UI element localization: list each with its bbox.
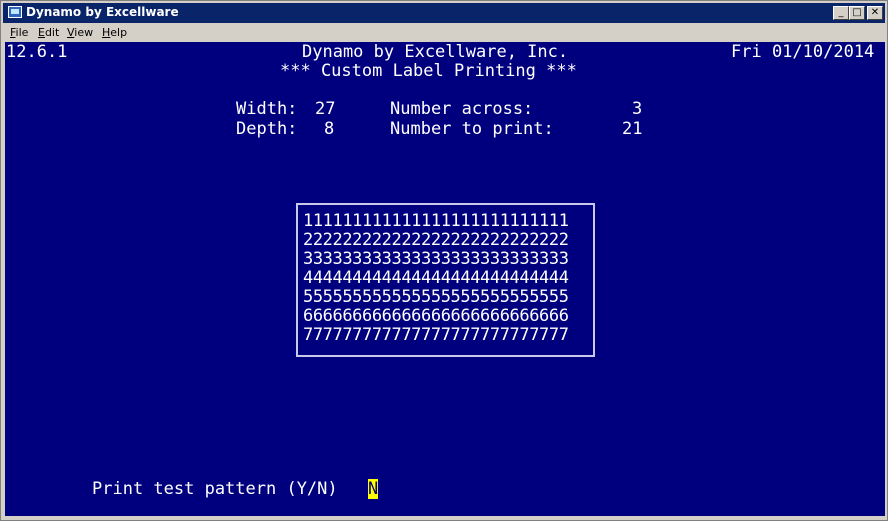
pattern-row: 333333333333333333333333333 (303, 249, 569, 269)
menu-file[interactable]: File (10, 26, 28, 39)
width-value: 27 (315, 99, 336, 119)
pattern-row: 444444444444444444444444444 (303, 268, 569, 288)
label-pattern-box: 111111111111111111111111111 222222222222… (296, 203, 595, 357)
print-count-value: 21 (622, 119, 643, 139)
terminal-screen[interactable]: 12.6.1 Dynamo by Excellware, Inc. Fri 01… (5, 42, 885, 516)
page-heading: *** Custom Label Printing *** (280, 61, 577, 81)
menu-help[interactable]: Help (102, 26, 127, 39)
version-text: 12.6.1 (6, 42, 68, 62)
pattern-row: 666666666666666666666666666 (303, 306, 569, 326)
print-count-label: Number to print: (390, 119, 554, 139)
app-icon (8, 6, 22, 18)
maximize-button[interactable]: □ (849, 6, 865, 20)
depth-value: 8 (324, 119, 335, 139)
app-window: Dynamo by Excellware _ □ ✕ File Edit Vie… (0, 0, 888, 521)
minimize-button[interactable]: _ (833, 6, 849, 20)
menu-edit[interactable]: Edit (38, 26, 59, 39)
depth-label: Depth: (236, 119, 298, 139)
answer-input[interactable]: N (368, 479, 379, 499)
across-label: Number across: (390, 99, 534, 119)
close-button[interactable]: ✕ (867, 6, 883, 20)
width-label: Width: (236, 99, 298, 119)
company-text: Dynamo by Excellware, Inc. (302, 42, 569, 62)
pattern-row: 222222222222222222222222222 (303, 230, 569, 250)
title-bar[interactable]: Dynamo by Excellware _ □ ✕ (3, 3, 885, 23)
date-text: Fri 01/10/2014 (731, 42, 875, 62)
window-title: Dynamo by Excellware (26, 5, 179, 19)
pattern-row: 111111111111111111111111111 (303, 211, 569, 231)
test-pattern-prompt: Print test pattern (Y/N) (92, 479, 338, 499)
pattern-row: 777777777777777777777777777 (303, 325, 569, 345)
pattern-row: 555555555555555555555555555 (303, 287, 569, 307)
across-value: 3 (632, 99, 643, 119)
menu-bar: File Edit View Help (3, 25, 885, 42)
menu-view[interactable]: View (67, 26, 93, 39)
